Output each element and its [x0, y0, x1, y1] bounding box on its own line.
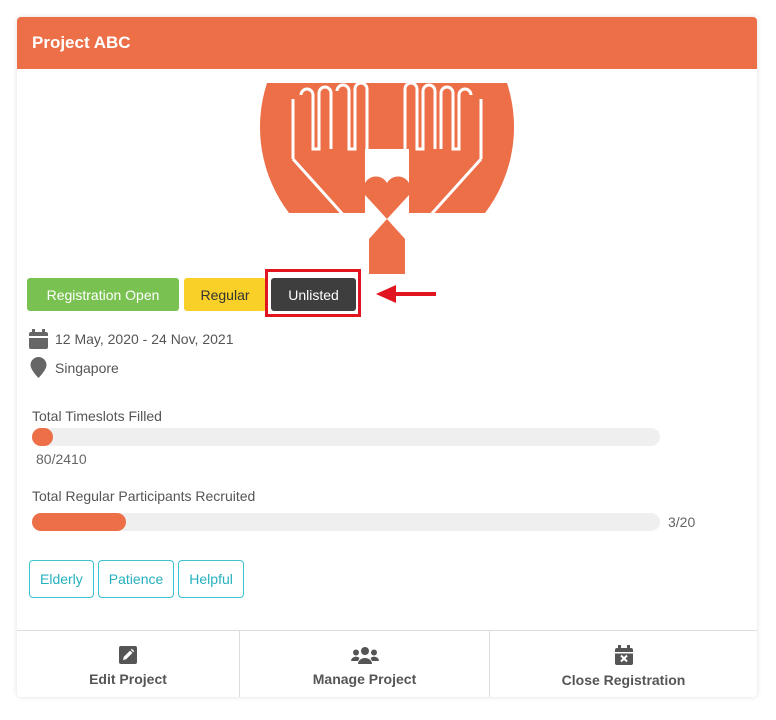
participants-progress-fill [32, 513, 127, 531]
date-range-text: 12 May, 2020 - 24 Nov, 2021 [55, 331, 234, 347]
timeslots-progress-fill [32, 428, 53, 446]
project-title: Project ABC [32, 33, 131, 52]
location-row: Singapore [29, 357, 119, 378]
timeslots-value: 80/2410 [36, 451, 87, 467]
card-header: Project ABC [17, 17, 757, 69]
manage-project-button[interactable]: Manage Project [239, 631, 489, 697]
card-footer: Edit Project Manage Project Close Regist… [17, 630, 757, 697]
tag-elderly[interactable]: Elderly [29, 560, 94, 598]
annotation-highlight-box [265, 269, 361, 317]
regular-badge: Regular [184, 278, 266, 311]
tag-helpful[interactable]: Helpful [178, 560, 244, 598]
registration-open-badge: Registration Open [27, 278, 179, 311]
users-group-icon [350, 646, 379, 664]
calendar-icon [29, 329, 48, 349]
date-range-row: 12 May, 2020 - 24 Nov, 2021 [29, 329, 233, 349]
close-registration-label: Close Registration [561, 672, 686, 688]
pencil-square-icon [119, 646, 137, 664]
tag-patience[interactable]: Patience [97, 560, 175, 598]
project-logo [260, 79, 514, 274]
location-text: Singapore [55, 359, 119, 376]
timeslots-progress-track [32, 428, 660, 446]
map-marker-icon [29, 357, 48, 378]
participants-label: Total Regular Participants Recruited [32, 488, 256, 504]
tag-list: Elderly Patience Helpful [29, 560, 244, 598]
edit-project-label: Edit Project [89, 671, 167, 687]
annotation-arrow-icon [376, 285, 436, 303]
participants-progress-track [32, 513, 660, 531]
close-registration-button[interactable]: Close Registration [489, 631, 757, 697]
manage-project-label: Manage Project [312, 671, 417, 687]
calendar-close-icon [614, 645, 633, 665]
timeslots-label: Total Timeslots Filled [32, 408, 162, 424]
edit-project-button[interactable]: Edit Project [17, 631, 239, 697]
participants-value: 3/20 [668, 514, 696, 530]
project-card: Project ABC Registration Open Regular Un [17, 17, 757, 697]
